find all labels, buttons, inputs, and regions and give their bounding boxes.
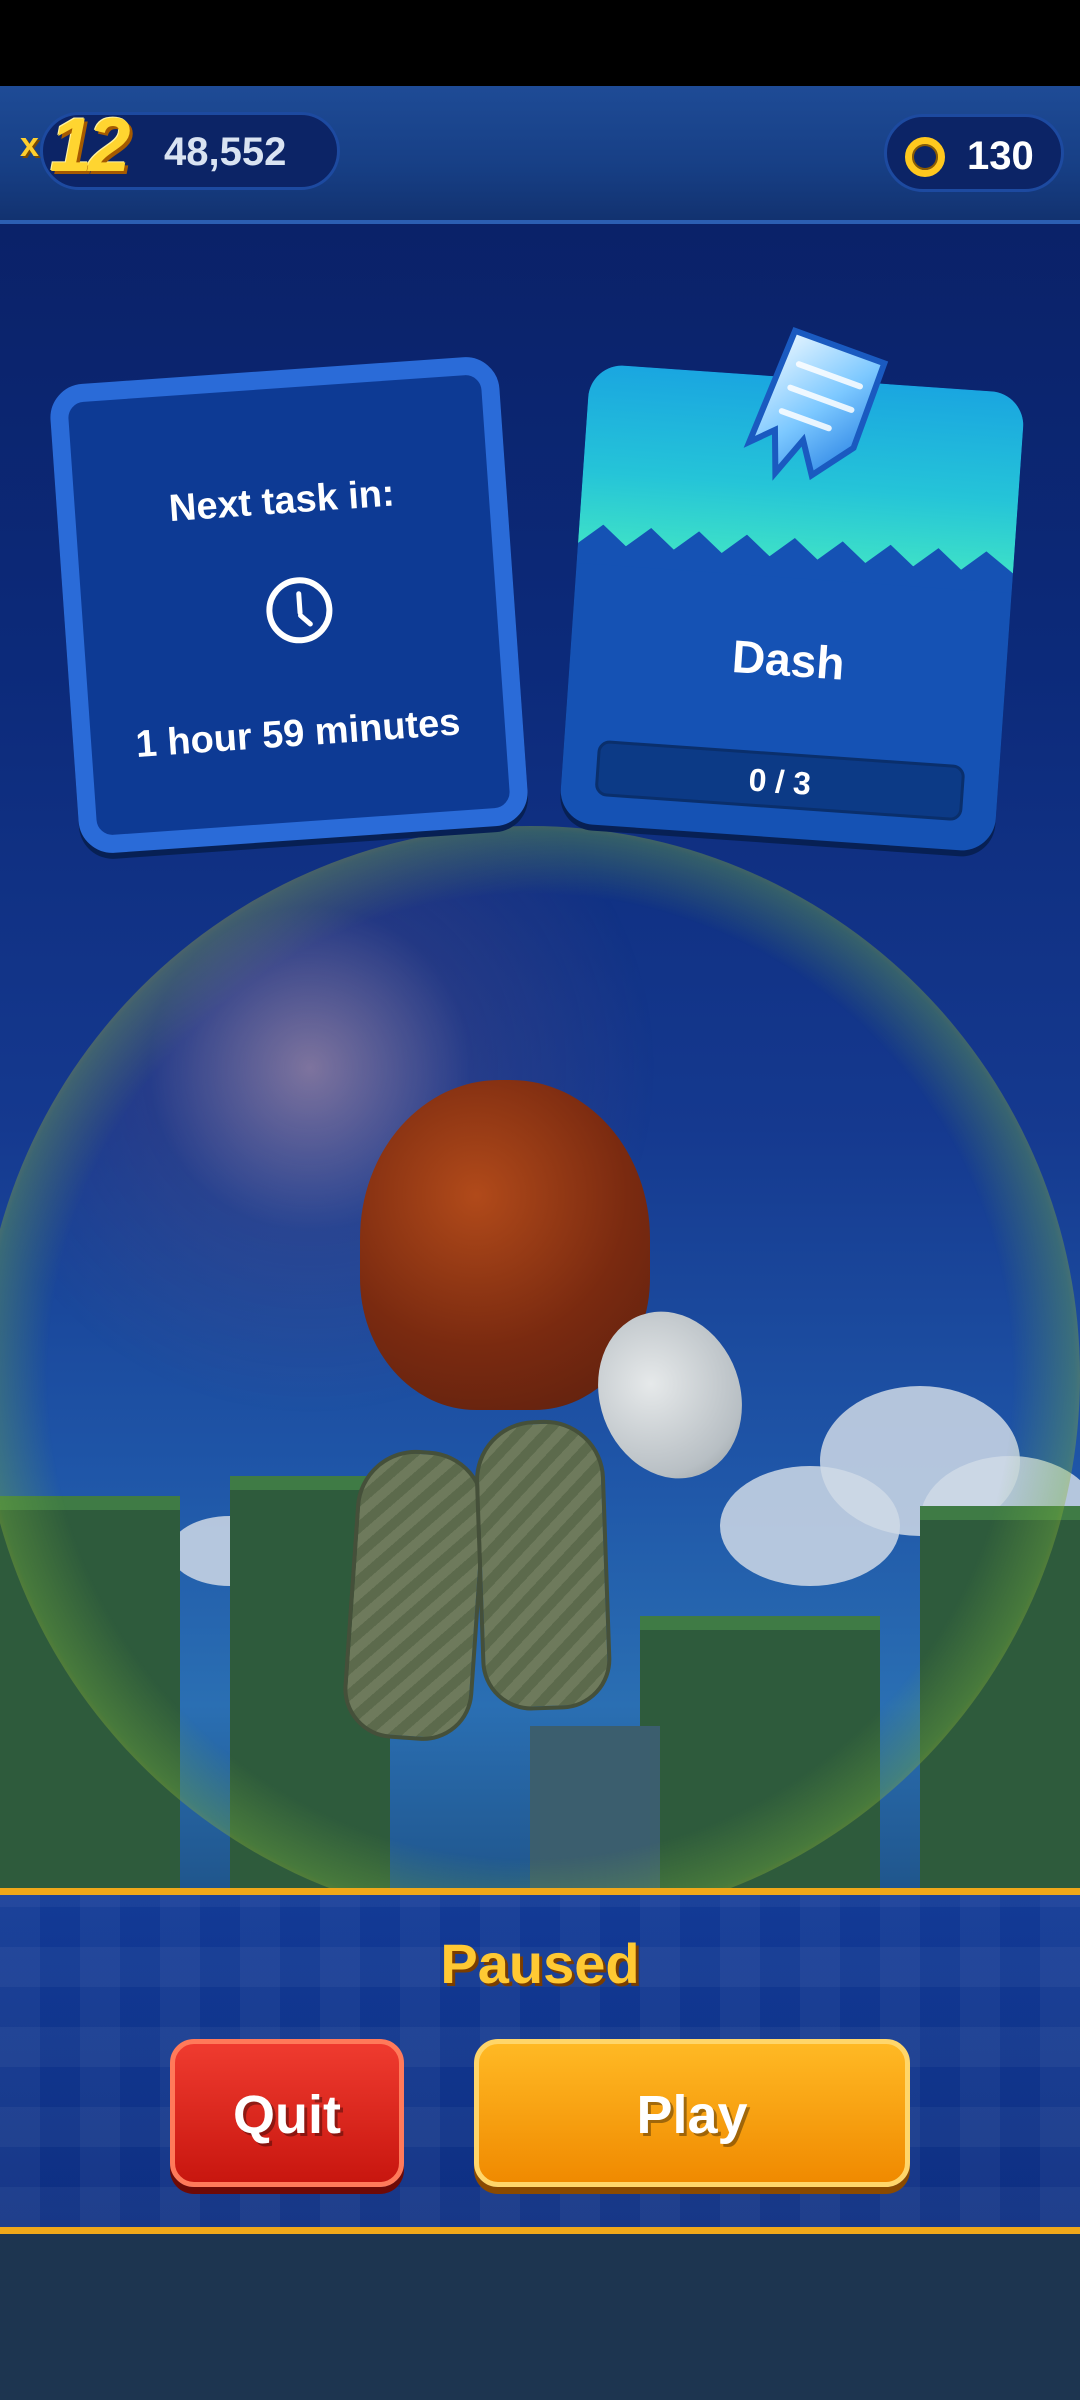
next-task-card: Next task in: 1 hour 59 minutes	[48, 354, 530, 856]
task-progress-bar: 0 / 3	[594, 739, 966, 822]
ring-icon	[905, 137, 945, 177]
pause-panel: Paused Quit Play	[0, 1888, 1080, 2234]
next-task-title: Next task in:	[167, 472, 396, 531]
status-bar	[0, 0, 1080, 86]
next-task-time: 1 hour 59 minutes	[134, 701, 462, 766]
quit-button[interactable]: Quit	[170, 2039, 404, 2187]
play-button[interactable]: Play	[474, 2039, 910, 2187]
clock-icon	[264, 575, 335, 646]
hud-bar: x 12 48,552 130	[0, 86, 1080, 224]
rings-count: 130	[967, 134, 1034, 178]
multiplier-prefix: x	[20, 126, 39, 164]
rings-counter: 130	[884, 114, 1064, 192]
paused-title: Paused	[440, 1932, 640, 1995]
score-multiplier: 12	[50, 103, 131, 188]
score-value: 48,552	[164, 130, 287, 174]
dash-crystal-icon	[743, 327, 889, 481]
character-shoe-right	[472, 1417, 614, 1713]
character-shoe-left	[340, 1445, 490, 1745]
task-progress-text: 0 / 3	[747, 761, 813, 802]
ground-below	[0, 2220, 1080, 2400]
task-name: Dash	[730, 630, 847, 690]
